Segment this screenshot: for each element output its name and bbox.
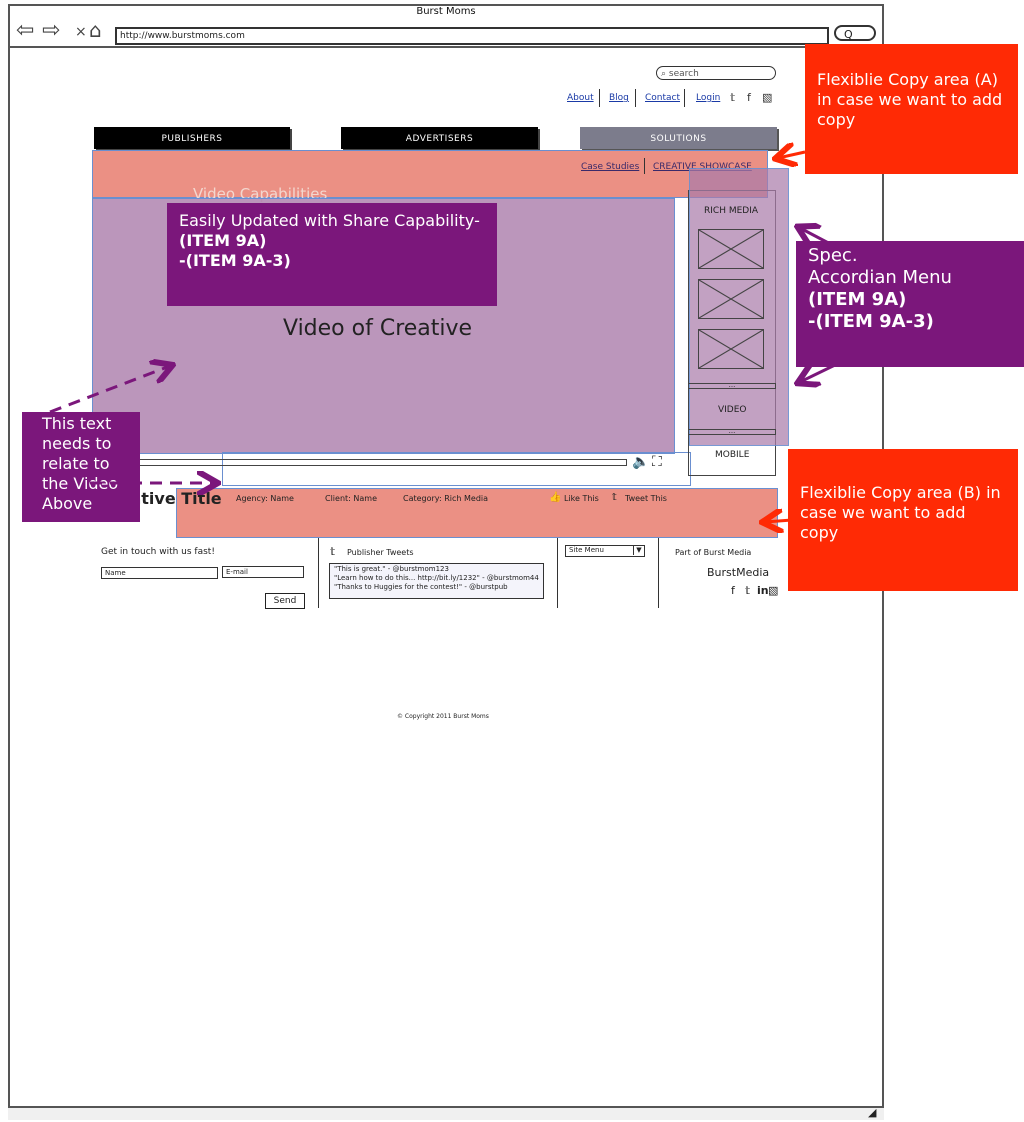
arrow-icon — [800, 365, 836, 382]
arrow-icon — [778, 152, 806, 158]
arrow-icon — [49, 366, 170, 414]
arrow-icon — [765, 520, 793, 522]
arrow-icon — [800, 228, 839, 250]
annotation-arrows — [49, 0, 839, 1122]
